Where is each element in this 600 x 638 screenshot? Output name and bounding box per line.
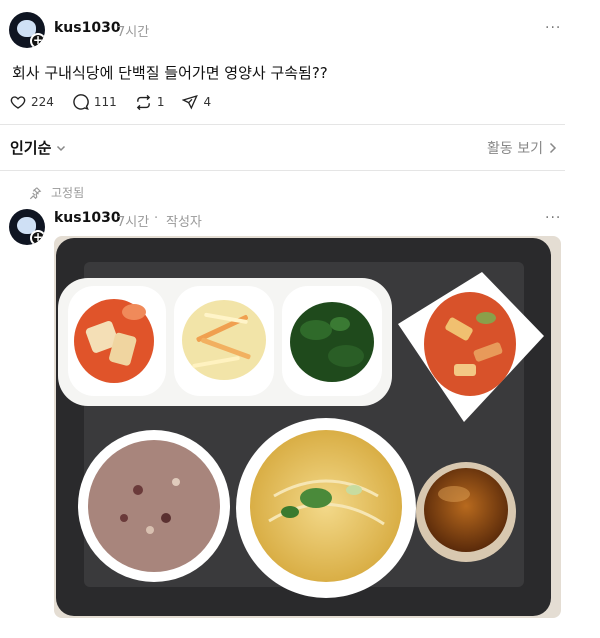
username[interactable]: kus1030	[54, 20, 121, 36]
repost-icon	[136, 94, 150, 110]
like-button[interactable]: 224	[10, 94, 54, 110]
post-actions: 224 111 1 4	[10, 92, 229, 112]
comment-button[interactable]: 111	[72, 93, 117, 111]
comment-count: 111	[93, 95, 117, 109]
sort-dropdown[interactable]: 인기순	[10, 137, 66, 158]
pinned-indicator: 고정됨	[28, 184, 84, 201]
pin-icon	[29, 186, 42, 199]
heart-icon	[10, 96, 26, 109]
sort-label: 인기순	[10, 139, 52, 157]
view-activity-link[interactable]: 활동 보기	[487, 138, 557, 158]
reply-photo[interactable]	[54, 236, 561, 618]
food-tray-image	[56, 238, 551, 616]
divider	[0, 124, 565, 125]
repost-count: 1	[156, 95, 165, 109]
like-count: 224	[31, 95, 54, 109]
comment-icon	[73, 93, 89, 110]
author-badge: 작성자	[166, 215, 202, 230]
post-text: 회사 구내식당에 단백질 들어가면 영양사 구속됨??	[12, 64, 328, 82]
share-button[interactable]: 4	[182, 94, 211, 110]
divider	[0, 170, 565, 171]
post-time: 7시간	[117, 25, 150, 40]
reply-time: 7시간	[117, 215, 150, 230]
chevron-down-icon	[57, 145, 66, 151]
reply-username[interactable]: kus1030	[54, 210, 121, 226]
reply-more-options-icon[interactable]: ···	[545, 210, 561, 226]
follow-plus-icon[interactable]: +	[30, 230, 45, 245]
meta-separator: ·	[154, 211, 159, 226]
share-count: 4	[203, 95, 212, 109]
pinned-label: 고정됨	[51, 186, 85, 200]
more-options-icon[interactable]: ···	[545, 20, 561, 36]
reply-avatar[interactable]: +	[9, 209, 45, 245]
send-icon	[182, 94, 199, 110]
repost-button[interactable]: 1	[135, 94, 165, 111]
follow-plus-icon[interactable]: +	[30, 33, 45, 48]
activity-label: 활동 보기	[487, 141, 543, 157]
avatar[interactable]: +	[9, 12, 45, 48]
chevron-right-icon	[549, 142, 557, 154]
